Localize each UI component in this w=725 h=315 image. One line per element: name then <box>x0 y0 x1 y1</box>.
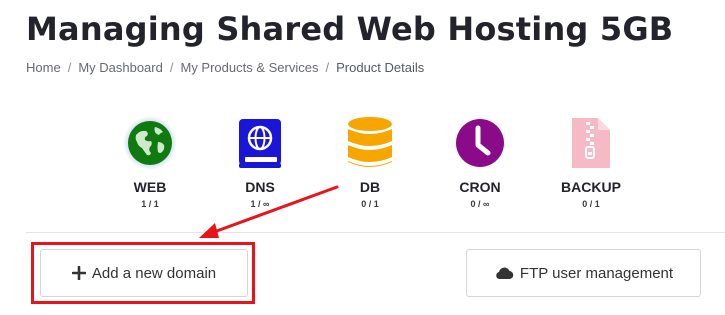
stat-label: CRON <box>459 179 501 195</box>
ftp-user-management-button[interactable]: FTP user management <box>466 249 701 297</box>
stat-count: 1 / 1 <box>141 199 159 209</box>
stat-label: DNS <box>245 179 275 195</box>
zip-file-icon <box>572 118 610 168</box>
stat-count: 0 / 1 <box>582 199 600 209</box>
stat-label: WEB <box>133 179 167 195</box>
globe-icon <box>123 116 177 170</box>
breadcrumb-current: Product Details <box>336 60 425 75</box>
ftp-user-management-label: FTP user management <box>519 264 674 282</box>
stat-cron[interactable]: CRON 0 / ∞ <box>430 115 530 209</box>
dns-book-icon <box>239 119 281 168</box>
stat-count: 0 / 1 <box>361 199 379 209</box>
breadcrumb-home[interactable]: Home <box>26 60 61 75</box>
breadcrumb-dashboard[interactable]: My Dashboard <box>78 60 163 75</box>
cloud-icon <box>494 266 514 280</box>
breadcrumb-separator: / <box>169 60 174 75</box>
breadcrumb-separator: / <box>325 60 330 75</box>
breadcrumb-products-services[interactable]: My Products & Services <box>180 60 318 75</box>
breadcrumb: Home / My Dashboard / My Products & Services… <box>26 60 424 75</box>
stat-web[interactable]: WEB 1 / 1 <box>100 115 200 209</box>
stat-db[interactable]: DB 0 / 1 <box>320 115 420 209</box>
section-divider <box>26 232 725 233</box>
stat-count: 0 / ∞ <box>470 199 490 209</box>
breadcrumb-separator: / <box>67 60 72 75</box>
stat-label: BACKUP <box>561 179 621 195</box>
clock-icon <box>456 119 504 167</box>
stat-count: 1 / ∞ <box>250 199 270 209</box>
database-icon <box>348 117 392 167</box>
stat-label: DB <box>359 179 381 195</box>
stat-backup[interactable]: BACKUP 0 / 1 <box>541 115 641 209</box>
stat-dns[interactable]: DNS 1 / ∞ <box>210 115 310 209</box>
page-title: Managing Shared Web Hosting 5GB <box>26 10 674 48</box>
annotation-highlight-box <box>31 242 255 304</box>
